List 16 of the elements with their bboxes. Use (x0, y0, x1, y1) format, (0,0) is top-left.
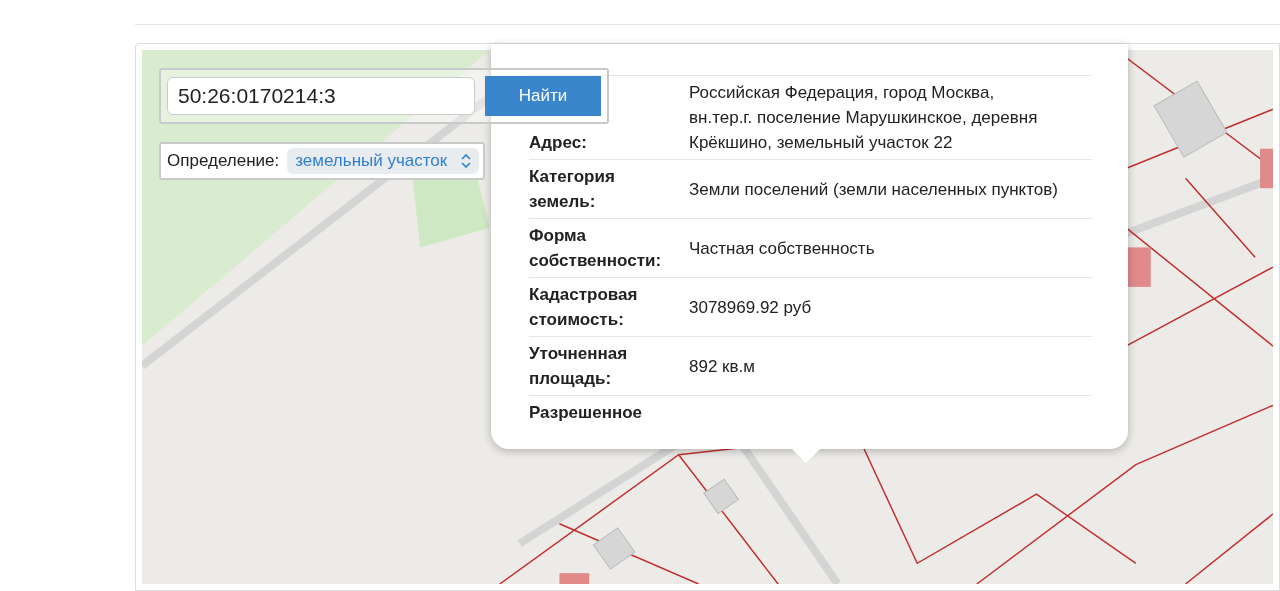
field-label: Категория земель: (529, 166, 616, 213)
field-label: Адрес: (529, 132, 587, 154)
field-value: Российская Федерация, город Москва, вн.тер.г. поселение Марушкинское, деревня Крёкшино, земельный участок 22 (689, 82, 1039, 154)
find-button[interactable]: Найти (485, 76, 601, 116)
field-label: Форма собственности: (529, 225, 663, 272)
field-label: Уточненная площадь: (529, 343, 629, 390)
field-value: Земли поселений (земли населенных пунктов) (689, 178, 1059, 201)
definition-select[interactable]: земельный участок (287, 148, 480, 174)
field-label: Разрешенное (529, 402, 644, 424)
definition-label: Определение: (167, 151, 280, 171)
field-value: 892 кв.м (689, 355, 756, 378)
field-value: Частная собственность (689, 237, 876, 260)
field-value: 3078969.92 руб (689, 296, 813, 319)
chevron-updown-icon (461, 154, 472, 168)
field-label: Кадастровая стоимость: (529, 284, 639, 331)
search-field[interactable]: 50:26:0170214:3 (167, 77, 475, 115)
